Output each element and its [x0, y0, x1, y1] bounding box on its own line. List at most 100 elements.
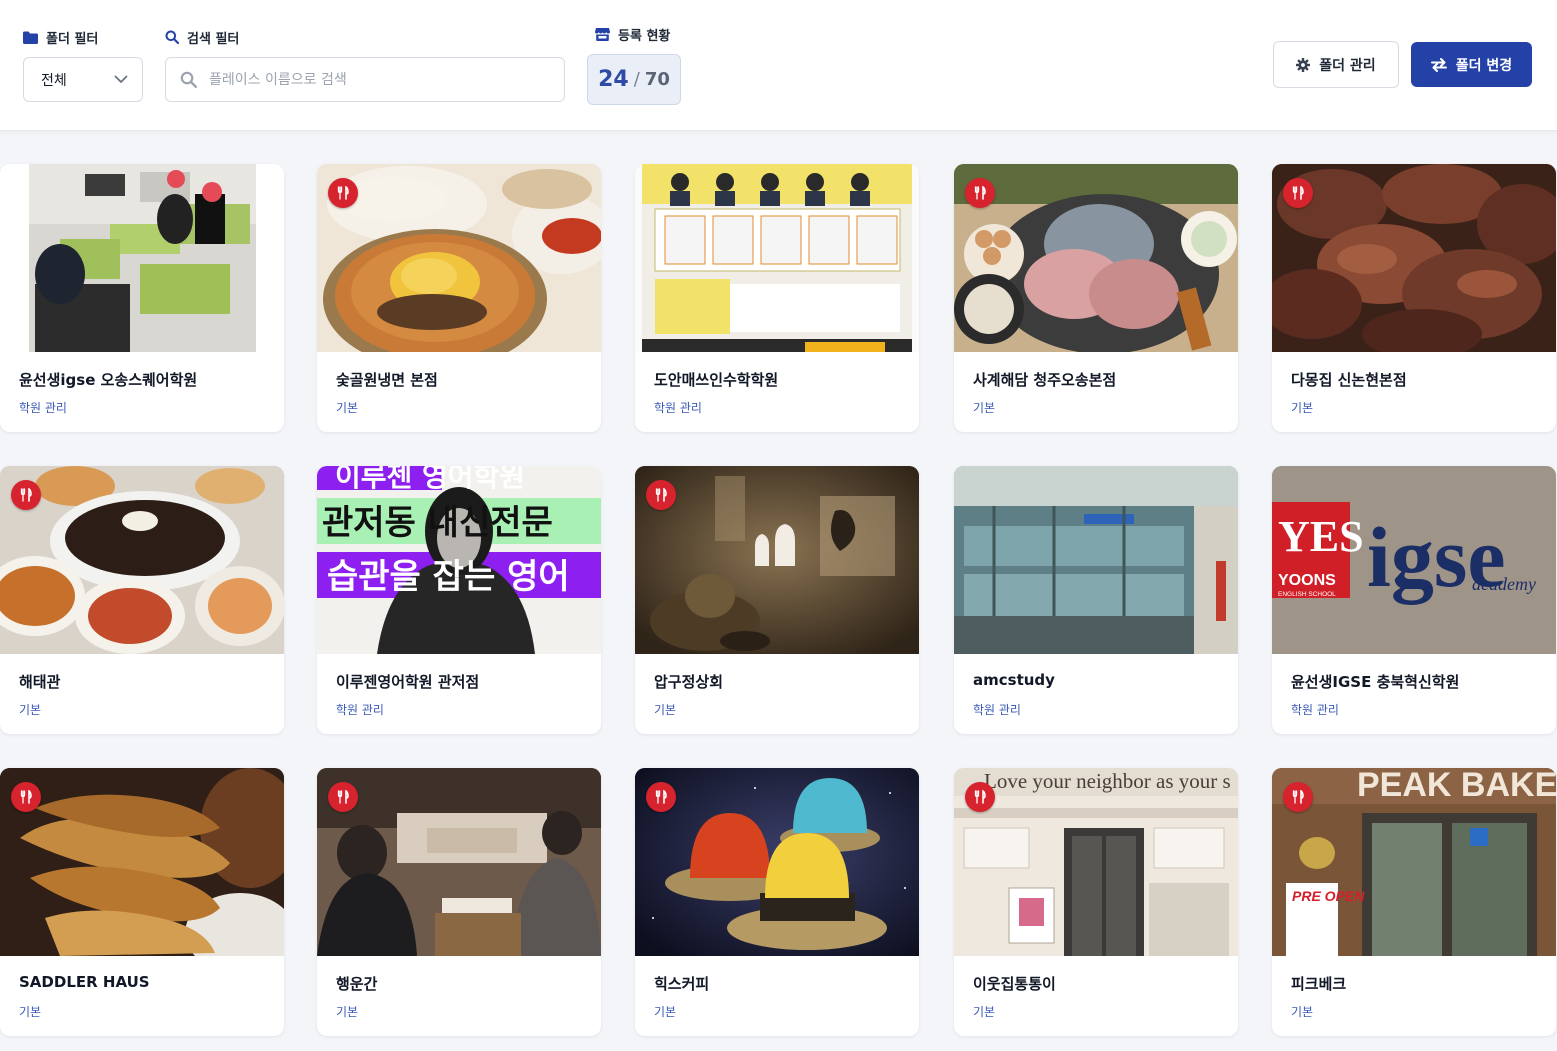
place-card[interactable]: 숯골원냉면 본점 기본 — [317, 164, 601, 432]
place-card[interactable]: 압구정상회 기본 — [635, 466, 919, 734]
place-card[interactable]: PEAK BAKE PRE OPEN 피크베크 기본 — [1272, 768, 1556, 1036]
place-name: 이웃집통통이 — [973, 975, 1056, 993]
irujen-banner-line2: 관저동 내신전문 — [322, 503, 553, 543]
yoons-subtitle: ENGLISH SCHOOL — [1278, 591, 1336, 598]
place-card[interactable]: amcstudy 학원 관리 — [954, 466, 1238, 734]
registration-count: 24 / 70 — [587, 54, 681, 105]
svg-text:YES: YES — [1278, 512, 1364, 561]
place-folder: 기본 — [654, 703, 677, 717]
search-input-icon — [180, 71, 197, 88]
place-thumbnail — [954, 164, 1238, 352]
folder-filter-label: 폴더 필터 — [46, 31, 99, 47]
place-name: 윤선생IGSE 충북혁신학원 — [1291, 673, 1460, 691]
change-folder-button[interactable]: 폴더 변경 — [1411, 42, 1532, 87]
place-thumbnail — [635, 164, 919, 352]
place-thumbnail: 이루젠 영어학원 관저동 내신전문 습관을 잡는 영어 — [317, 466, 601, 654]
place-thumbnail — [317, 768, 601, 956]
fork-knife-icon — [655, 790, 667, 804]
place-folder: 기본 — [19, 703, 42, 717]
place-card[interactable]: 힉스커피 기본 — [635, 768, 919, 1036]
place-card[interactable]: 이루젠 영어학원 관저동 내신전문 습관을 잡는 영어 이루젠영어학원 관저점 … — [317, 466, 601, 734]
place-name: 압구정상회 — [654, 673, 724, 691]
fork-knife-icon — [20, 790, 32, 804]
restaurant-badge — [11, 782, 41, 812]
restaurant-badge — [11, 480, 41, 510]
place-name: 피크베크 — [1291, 975, 1347, 993]
fork-knife-icon — [974, 790, 986, 804]
folder-filter-select[interactable]: 전체 — [23, 57, 143, 102]
place-thumbnail — [0, 164, 284, 352]
place-thumbnail — [0, 466, 284, 654]
registration-label: 등록 현황 — [618, 28, 671, 44]
place-name: amcstudy — [973, 671, 1055, 689]
place-card[interactable]: 다몽집 신논현본점 기본 — [1272, 164, 1556, 432]
place-folder: 기본 — [19, 1005, 42, 1019]
place-thumbnail — [635, 768, 919, 956]
place-name: 다몽집 신논현본점 — [1291, 371, 1407, 389]
place-card[interactable]: 윤선생igse 오송스퀘어학원 학원 관리 — [0, 164, 284, 432]
fork-knife-icon — [337, 186, 349, 200]
change-folder-label: 폴더 변경 — [1455, 57, 1513, 74]
place-folder: 학원 관리 — [1291, 703, 1339, 717]
search-filter-heading: 검색 필터 — [165, 28, 240, 47]
folder-icon — [23, 31, 38, 44]
registered-count: 24 — [598, 67, 629, 92]
swap-arrows-icon — [1430, 57, 1447, 72]
fork-knife-icon — [337, 790, 349, 804]
fork-knife-icon — [655, 488, 667, 502]
irujen-banner-line3: 습관을 잡는 영어 — [327, 557, 570, 597]
fork-knife-icon — [1292, 186, 1304, 200]
place-card[interactable]: SADDLER HAUS 기본 — [0, 768, 284, 1036]
place-thumbnail — [635, 466, 919, 654]
place-folder: 기본 — [1291, 401, 1314, 415]
place-thumbnail: YES YOONS ENGLISH SCHOOL igse academy — [1272, 466, 1556, 654]
place-name: 해태관 — [19, 673, 61, 691]
place-name: 이루젠영어학원 관저점 — [336, 673, 480, 691]
place-name: 힉스커피 — [654, 975, 710, 993]
restaurant-badge — [965, 782, 995, 812]
folder-filter-value: 전체 — [41, 72, 67, 89]
place-card[interactable]: 해태관 기본 — [0, 466, 284, 734]
place-folder: 학원 관리 — [973, 703, 1021, 717]
restaurant-badge — [965, 178, 995, 208]
place-card[interactable]: 사계해담 청주오송본점 기본 — [954, 164, 1238, 432]
restaurant-badge — [646, 782, 676, 812]
place-folder: 기본 — [1291, 1005, 1314, 1019]
fork-knife-icon — [974, 186, 986, 200]
folder-filter-heading: 폴더 필터 — [23, 28, 99, 47]
search-input[interactable] — [209, 71, 549, 88]
registered-max: 70 — [644, 69, 670, 90]
filter-bar: 폴더 필터 전체 검색 필터 등록 현황 24 / 70 폴더 관리 폴더 변경 — [0, 0, 1557, 131]
place-thumbnail: PEAK BAKE PRE OPEN — [1272, 768, 1556, 956]
pre-open-sign: PRE OPEN — [1292, 888, 1365, 904]
place-card[interactable]: 도안매쓰인수학학원 학원 관리 — [635, 164, 919, 432]
place-card[interactable]: Love your neighbor as your s 이웃집통통이 기본 — [954, 768, 1238, 1036]
place-name: 사계해담 청주오송본점 — [973, 371, 1117, 389]
place-folder: 학원 관리 — [336, 703, 384, 717]
irujen-banner-line1: 이루젠 영어학원 — [335, 466, 525, 493]
yoons-brand: YOONS — [1278, 572, 1336, 589]
restaurant-badge — [1283, 782, 1313, 812]
place-name: 행운간 — [336, 975, 378, 993]
place-card[interactable]: 행운간 기본 — [317, 768, 601, 1036]
place-folder: 기본 — [654, 1005, 677, 1019]
place-name: 윤선생igse 오송스퀘어학원 — [19, 371, 198, 389]
registration-heading: 등록 현황 — [595, 25, 671, 44]
igse-subtitle: academy — [1472, 574, 1536, 594]
place-thumbnail — [954, 466, 1238, 654]
place-folder: 학원 관리 — [654, 401, 702, 415]
fork-knife-icon — [20, 488, 32, 502]
search-field[interactable] — [165, 57, 565, 102]
place-card[interactable]: YES YOONS ENGLISH SCHOOL igse academy 윤선… — [1272, 466, 1556, 734]
manage-folder-button[interactable]: 폴더 관리 — [1273, 41, 1399, 88]
place-folder: 기본 — [336, 1005, 359, 1019]
place-folder: 기본 — [336, 401, 359, 415]
restaurant-badge — [328, 782, 358, 812]
place-folder: 기본 — [973, 1005, 996, 1019]
neighbor-sign: Love your neighbor as your s — [984, 769, 1231, 793]
peak-bake-sign: PEAK BAKE — [1357, 768, 1556, 804]
search-filter-label: 검색 필터 — [187, 31, 240, 47]
store-icon — [595, 28, 610, 41]
fork-knife-icon — [1292, 790, 1304, 804]
place-thumbnail — [1272, 164, 1556, 352]
